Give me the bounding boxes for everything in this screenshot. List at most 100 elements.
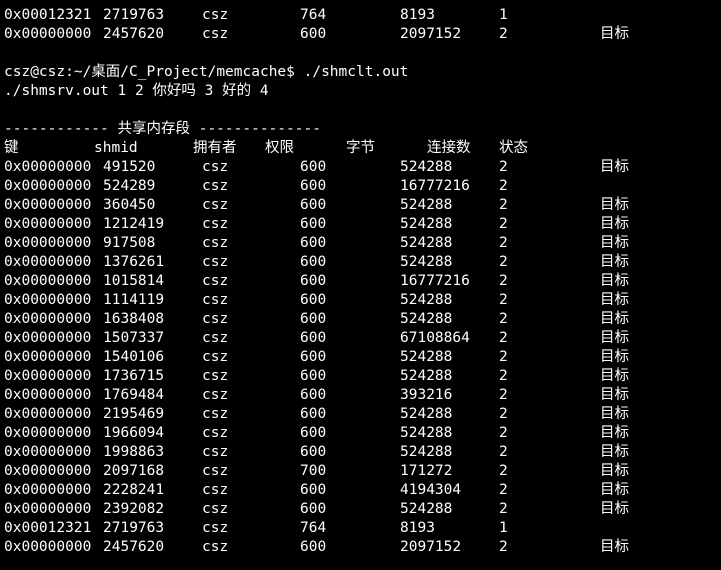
cell-owner: csz: [202, 482, 229, 498]
cell-nattch: 2: [499, 26, 508, 42]
table-row: 0x00000000 1769484 csz 600 393216 2 目标: [0, 386, 721, 405]
program-output-line: ./shmsrv.out 1 2 你好吗 3 好的 4: [4, 83, 269, 99]
cell-shmid: 1769484: [103, 387, 165, 403]
cell-shmid: 1507337: [103, 330, 165, 346]
cell-owner: csz: [202, 330, 229, 346]
cell-perms: 600: [300, 539, 327, 555]
table-row: 0x00000000 1114119 csz 600 524288 2 目标: [0, 291, 721, 310]
cell-nattch: 1: [499, 7, 508, 23]
cell-status: 目标: [600, 254, 629, 270]
cell-perms: 600: [300, 330, 327, 346]
cell-nattch: 2: [499, 349, 508, 365]
cell-key: 0x00000000: [4, 444, 92, 460]
cell-nattch: 2: [499, 482, 508, 498]
cell-shmid: 2228241: [103, 482, 165, 498]
cell-bytes: 524288: [400, 197, 453, 213]
cell-nattch: 2: [499, 235, 508, 251]
table-row: 0x00000000 1736715 csz 600 524288 2 目标: [0, 367, 721, 386]
cell-owner: csz: [202, 311, 229, 327]
cell-key: 0x00000000: [4, 425, 92, 441]
cell-status: 目标: [600, 539, 629, 555]
cell-shmid: 2457620: [103, 539, 165, 555]
cell-owner: csz: [202, 235, 229, 251]
cell-shmid: 360450: [103, 197, 156, 213]
table-row: 0x00000000 1998863 csz 600 524288 2 目标: [0, 443, 721, 462]
header-bytes: 字节: [346, 140, 375, 156]
table-row: 0x00000000 1540106 csz 600 524288 2 目标: [0, 348, 721, 367]
terminal-window[interactable]: 0x00012321 2719763 csz 764 8193 1 0x0000…: [0, 0, 721, 570]
cell-key: 0x00000000: [4, 235, 92, 251]
cell-perms: 600: [300, 425, 327, 441]
section-title: ------------ 共享内存段 --------------: [4, 121, 321, 137]
cell-nattch: 2: [499, 425, 508, 441]
cell-perms: 600: [300, 178, 327, 194]
cell-bytes: 524288: [400, 235, 453, 251]
table-row: 0x00000000 2228241 csz 600 4194304 2 目标: [0, 481, 721, 500]
cell-status: 目标: [600, 292, 629, 308]
cell-bytes: 67108864: [400, 330, 470, 346]
cell-key: 0x00000000: [4, 254, 92, 270]
cell-bytes: 524288: [400, 254, 453, 270]
cell-owner: csz: [202, 26, 229, 42]
cell-owner: csz: [202, 292, 229, 308]
cell-nattch: 2: [499, 216, 508, 232]
cell-status: 目标: [600, 406, 629, 422]
cell-nattch: 2: [499, 406, 508, 422]
cell-perms: 600: [300, 292, 327, 308]
cell-shmid: 2719763: [103, 520, 165, 536]
cell-owner: csz: [202, 178, 229, 194]
cell-key: 0x00000000: [4, 159, 92, 175]
cell-owner: csz: [202, 387, 229, 403]
cell-key: 0x00000000: [4, 406, 92, 422]
cell-owner: csz: [202, 7, 229, 23]
cell-shmid: 1966094: [103, 425, 165, 441]
table-row: 0x00000000 2457620 csz 600 2097152 2 目标: [0, 25, 721, 44]
cell-status: 目标: [600, 216, 629, 232]
cell-bytes: 8193: [400, 7, 435, 23]
cell-key: 0x00000000: [4, 387, 92, 403]
cell-perms: 600: [300, 273, 327, 289]
cell-bytes: 524288: [400, 425, 453, 441]
cell-nattch: 2: [499, 368, 508, 384]
cell-key: 0x00000000: [4, 330, 92, 346]
header-shmid: shmid: [94, 140, 138, 156]
cell-nattch: 2: [499, 463, 508, 479]
table-row: 0x00000000 2457620 csz 600 2097152 2 目标: [0, 538, 721, 557]
cell-nattch: 2: [499, 444, 508, 460]
cell-bytes: 171272: [400, 463, 453, 479]
cell-nattch: 2: [499, 292, 508, 308]
cell-perms: 600: [300, 368, 327, 384]
cell-owner: csz: [202, 254, 229, 270]
cell-shmid: 2392082: [103, 501, 165, 517]
cell-bytes: 16777216: [400, 178, 470, 194]
cell-bytes: 524288: [400, 349, 453, 365]
cell-perms: 600: [300, 349, 327, 365]
cell-perms: 764: [300, 520, 327, 536]
cell-status: 目标: [600, 444, 629, 460]
cell-status: 目标: [600, 501, 629, 517]
cell-shmid: 1015814: [103, 273, 165, 289]
cell-owner: csz: [202, 216, 229, 232]
cell-bytes: 524288: [400, 216, 453, 232]
cell-bytes: 524288: [400, 311, 453, 327]
cell-key: 0x00000000: [4, 463, 92, 479]
cell-shmid: 524289: [103, 178, 156, 194]
cell-owner: csz: [202, 159, 229, 175]
cell-bytes: 524288: [400, 159, 453, 175]
table-row: 0x00000000 360450 csz 600 524288 2 目标: [0, 196, 721, 215]
cell-status: 目标: [600, 425, 629, 441]
cell-key: 0x00000000: [4, 26, 92, 42]
cell-bytes: 2097152: [400, 26, 462, 42]
cell-key: 0x00000000: [4, 501, 92, 517]
table-row: 0x00012321 2719763 csz 764 8193 1: [0, 6, 721, 25]
table-row: 0x00000000 1212419 csz 600 524288 2 目标: [0, 215, 721, 234]
cell-shmid: 2457620: [103, 26, 165, 42]
cell-bytes: 524288: [400, 292, 453, 308]
cell-owner: csz: [202, 425, 229, 441]
cell-bytes: 393216: [400, 387, 453, 403]
cell-status: 目标: [600, 159, 629, 175]
cell-bytes: 524288: [400, 501, 453, 517]
cell-nattch: 2: [499, 387, 508, 403]
table-row: 0x00000000 917508 csz 600 524288 2 目标: [0, 234, 721, 253]
cell-shmid: 2719763: [103, 7, 165, 23]
